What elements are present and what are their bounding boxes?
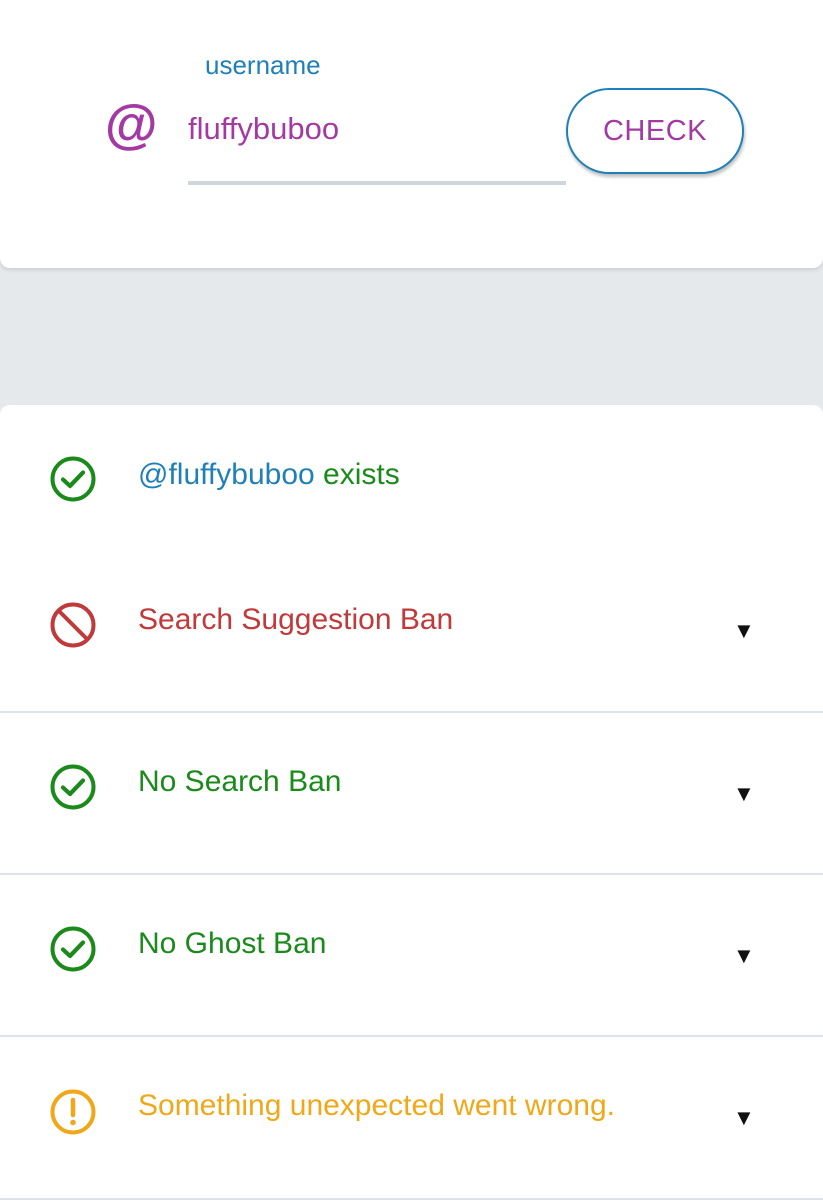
check-button[interactable]: CHECK — [566, 88, 744, 174]
check-circle-icon — [50, 926, 96, 972]
check-circle-icon — [50, 764, 96, 810]
ban-icon — [50, 602, 96, 648]
result-row-search-suggestion-ban[interactable]: Search Suggestion Ban ▼ — [0, 550, 823, 713]
result-row-reply-deboosting[interactable]: Something unexpected went wrong. ▼ — [0, 1037, 823, 1200]
expand-arrow-icon[interactable]: ▼ — [733, 620, 755, 642]
expand-arrow-icon[interactable]: ▼ — [733, 783, 755, 805]
result-label: Something unexpected went wrong. — [138, 1089, 615, 1122]
username-input[interactable] — [188, 106, 566, 152]
result-row-exists: @fluffybuboo exists — [0, 405, 823, 550]
check-circle-icon — [50, 456, 96, 502]
search-card: @ username CHECK — [0, 0, 823, 268]
result-row-ghost-ban[interactable]: No Ghost Ban ▼ — [0, 875, 823, 1037]
result-label: No Ghost Ban — [138, 927, 327, 960]
result-label: Search Suggestion Ban — [138, 603, 454, 636]
exists-suffix: exists — [314, 458, 400, 491]
expand-arrow-icon[interactable]: ▼ — [733, 945, 755, 967]
exists-message: @fluffybuboo exists — [138, 457, 400, 493]
at-sign-icon: @ — [104, 95, 157, 155]
username-label: username — [205, 50, 321, 80]
results-card: @fluffybuboo exists Search Suggestion Ba… — [0, 405, 823, 1200]
exists-username: @fluffybuboo — [138, 458, 315, 491]
input-underline — [188, 181, 566, 185]
exclamation-circle-icon — [50, 1089, 96, 1135]
expand-arrow-icon[interactable]: ▼ — [733, 1107, 755, 1129]
result-row-search-ban[interactable]: No Search Ban ▼ — [0, 713, 823, 875]
result-label: No Search Ban — [138, 765, 342, 798]
page: @ username CHECK @fluffybuboo exists Sea… — [0, 0, 823, 1200]
